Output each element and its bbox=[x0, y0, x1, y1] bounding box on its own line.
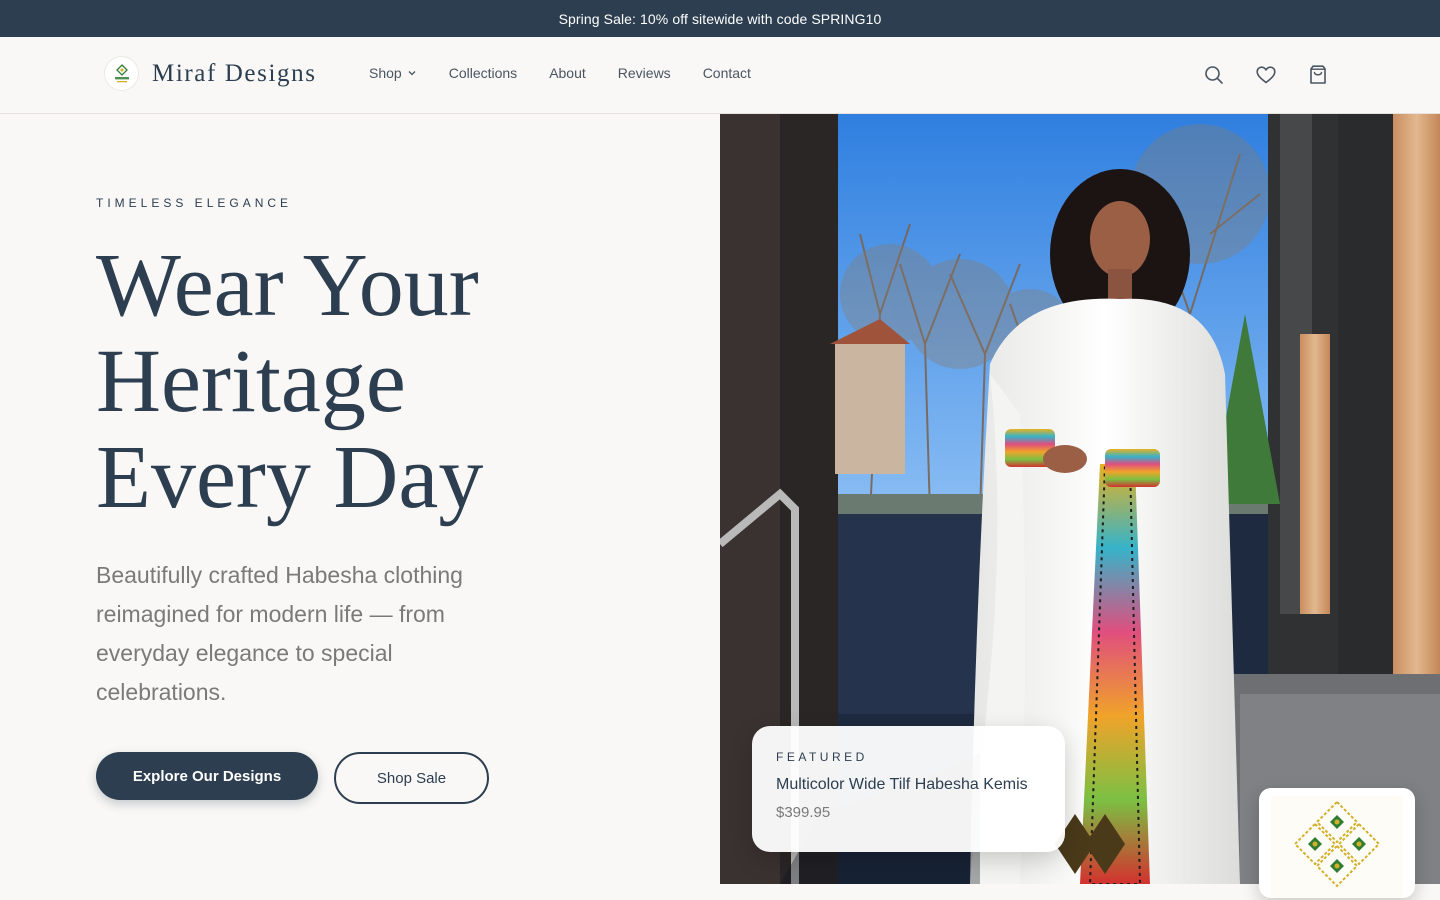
featured-product-name: Multicolor Wide Tilf Habesha Kemis bbox=[776, 776, 1028, 793]
announcement-bar: Spring Sale: 10% off sitewide with code … bbox=[0, 0, 1440, 37]
wishlist-button[interactable] bbox=[1255, 64, 1277, 86]
hero-subtitle: Beautifully crafted Habesha clothing rei… bbox=[96, 562, 463, 705]
pattern-thumbnail-card[interactable] bbox=[1259, 788, 1415, 898]
heart-icon bbox=[1256, 66, 1276, 84]
habesha-pattern-icon bbox=[1271, 796, 1403, 898]
chevron-down-icon bbox=[407, 68, 417, 78]
nav-item-label: Contact bbox=[702, 65, 751, 81]
shopping-bag-icon bbox=[1310, 65, 1326, 84]
search-icon bbox=[1205, 66, 1223, 84]
search-button[interactable] bbox=[1203, 64, 1225, 86]
hero-title-line: Every Day bbox=[96, 428, 484, 527]
featured-label: FEATURED bbox=[776, 750, 868, 764]
brand-logo[interactable]: Miraf Designs bbox=[104, 56, 317, 91]
hero-eyebrow: TIMELESS ELEGANCE bbox=[96, 196, 293, 210]
featured-product-card[interactable]: FEATURED Multicolor Wide Tilf Habesha Ke… bbox=[752, 726, 1065, 852]
nav-item-reviews[interactable]: Reviews bbox=[618, 65, 671, 81]
nav-item-label: Collections bbox=[448, 65, 518, 81]
hero-title: Wear Your Heritage Every Day bbox=[96, 238, 656, 526]
explore-designs-button[interactable]: Explore Our Designs bbox=[96, 752, 318, 800]
featured-product-price: $399.95 bbox=[776, 804, 831, 821]
announcement-text: Spring Sale: 10% off sitewide with code … bbox=[558, 10, 882, 27]
shop-sale-button[interactable]: Shop Sale bbox=[334, 752, 489, 804]
main-nav: Shop Collections About Reviews Contact bbox=[369, 65, 751, 81]
nav-item-label: About bbox=[549, 65, 586, 81]
nav-item-contact[interactable]: Contact bbox=[703, 65, 751, 81]
nav-item-about[interactable]: About bbox=[549, 65, 586, 81]
nav-item-label: Shop bbox=[369, 65, 402, 81]
brand-name: Miraf Designs bbox=[152, 59, 317, 87]
hero-title-line: Heritage bbox=[96, 332, 406, 431]
hero-title-line: Wear Your bbox=[96, 236, 479, 335]
cart-button[interactable] bbox=[1307, 64, 1329, 86]
nav-item-label: Reviews bbox=[617, 65, 671, 81]
logo-badge bbox=[104, 56, 139, 91]
nav-item-collections[interactable]: Collections bbox=[449, 65, 517, 81]
logo-emblem-icon bbox=[114, 63, 129, 82]
nav-item-shop[interactable]: Shop bbox=[369, 65, 417, 81]
